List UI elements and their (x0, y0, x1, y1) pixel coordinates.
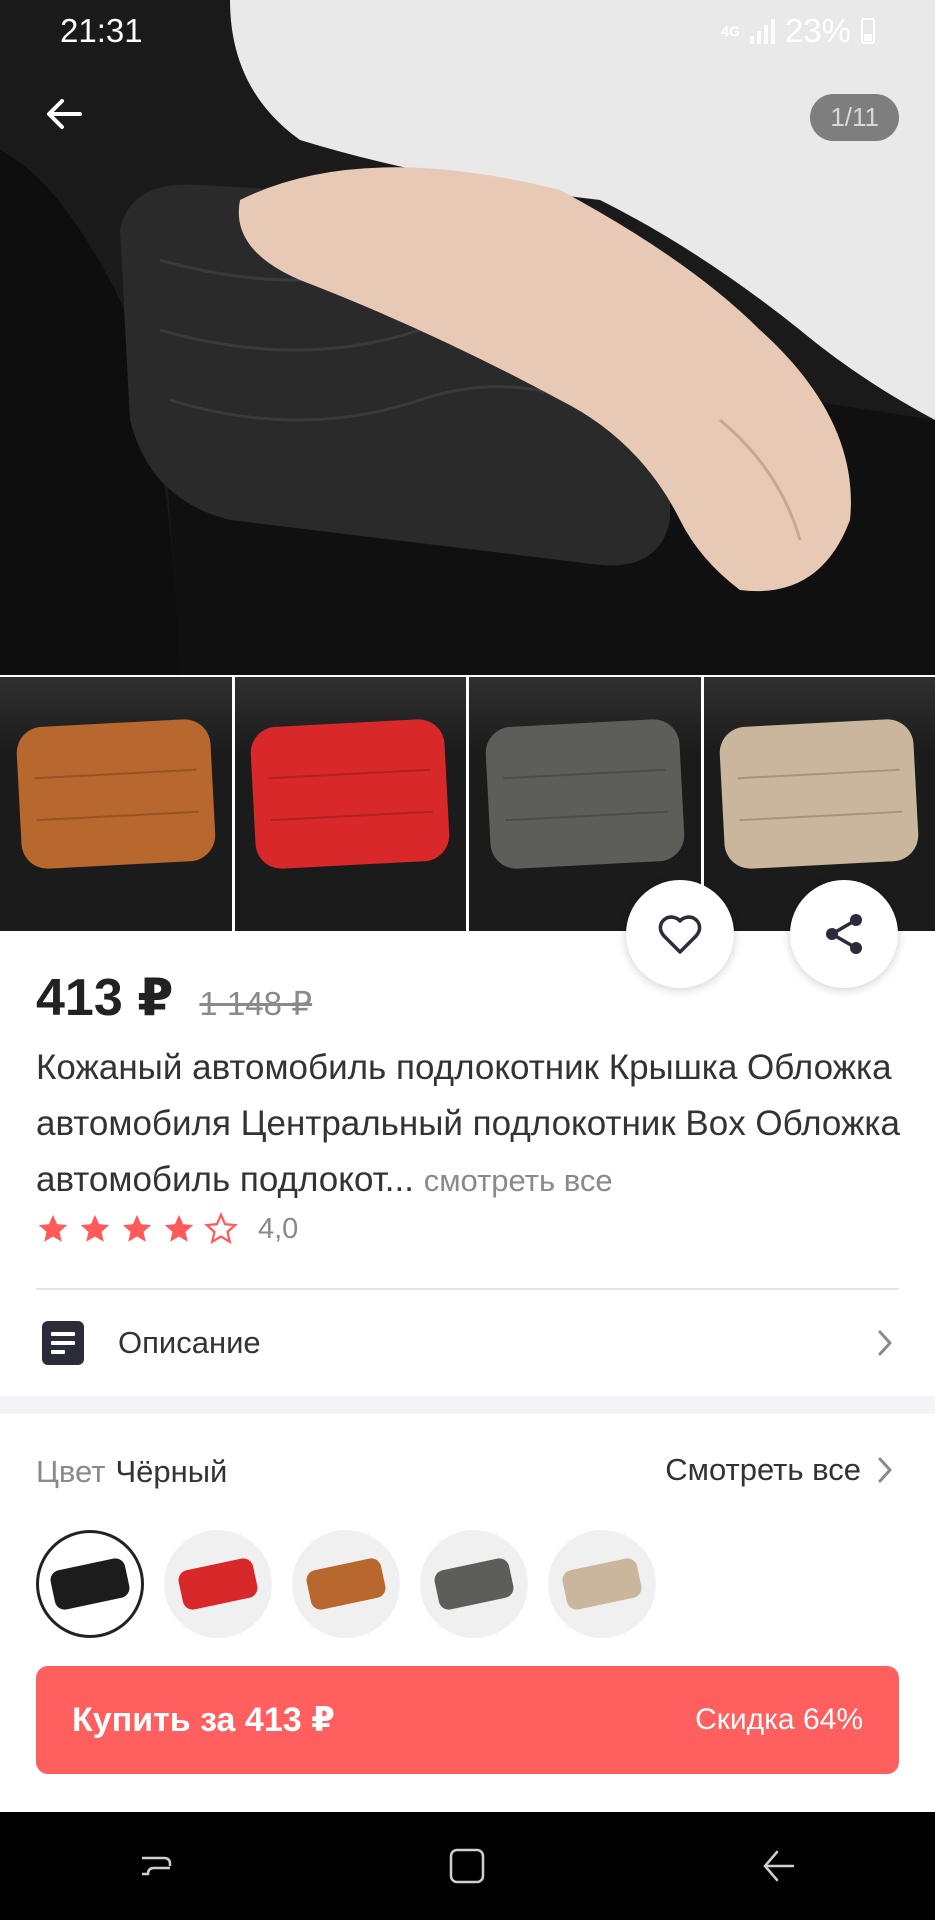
thumbnail-pad (483, 717, 686, 870)
buy-label: Купить за 413 ₽ (72, 1701, 335, 1739)
star-filled-icon (38, 1214, 68, 1242)
share-button[interactable] (790, 880, 898, 988)
see-all-label: Смотреть все (665, 1452, 861, 1487)
price-row: 413 ₽ 1 148 ₽ (36, 968, 312, 1028)
recent-apps-button[interactable] (116, 1836, 196, 1896)
thumbnail-pad (718, 717, 921, 870)
thumbnail-red[interactable] (234, 677, 466, 931)
swatch-image (176, 1556, 260, 1612)
product-title[interactable]: Кожаный автомобиль подлокотник Крышка Об… (36, 1040, 906, 1209)
star-empty-icon (204, 1212, 238, 1245)
share-icon (826, 914, 862, 954)
old-price: 1 148 ₽ (199, 985, 313, 1022)
color-label: Цвет (36, 1454, 106, 1489)
color-swatches (36, 1530, 656, 1638)
status-time: 21:31 (60, 12, 143, 49)
star-filled-icon (122, 1214, 152, 1242)
thumbnail-orange[interactable] (0, 677, 232, 931)
star-filled-icon (80, 1214, 110, 1242)
discount-label: Скидка 64% (695, 1703, 863, 1736)
product-photo (0, 0, 935, 675)
rating[interactable]: 4,0 (36, 1212, 298, 1246)
swatch-image (48, 1556, 132, 1612)
document-icon (42, 1321, 84, 1365)
color-header: Цвет Чёрный (36, 1454, 227, 1490)
swatch-gray[interactable] (420, 1530, 528, 1638)
current-price: 413 ₽ (36, 969, 174, 1027)
description-label: Описание (118, 1325, 261, 1360)
thumbnail-strip (0, 677, 935, 931)
battery-percent: 23% (784, 12, 851, 49)
swatch-image (560, 1556, 644, 1612)
signal-icon (749, 18, 775, 44)
see-all-colors-button[interactable]: Смотреть все (665, 1452, 893, 1488)
see-more-link[interactable]: смотреть все (424, 1163, 613, 1198)
arrow-left-icon (47, 99, 82, 129)
section-separator (0, 1396, 935, 1414)
system-back-button[interactable] (739, 1836, 819, 1896)
chevron-right-icon (878, 1457, 892, 1483)
image-counter: 1/11 (810, 94, 899, 141)
swatch-red[interactable] (164, 1530, 272, 1638)
swatch-beige[interactable] (548, 1530, 656, 1638)
buy-button[interactable]: Купить за 413 ₽ Скидка 64% (36, 1666, 899, 1774)
swatch-image (304, 1556, 388, 1612)
swatch-orange[interactable] (292, 1530, 400, 1638)
star-filled-icon (164, 1214, 194, 1242)
thumbnail-pad (14, 717, 217, 870)
heart-icon (658, 915, 702, 954)
chevron-right-icon (878, 1330, 892, 1356)
recent-apps-icon (141, 1856, 172, 1876)
back-icon (763, 1850, 795, 1882)
description-row[interactable]: Описание (0, 1290, 935, 1396)
battery-icon (861, 18, 875, 44)
product-main-image[interactable] (0, 0, 935, 675)
swatch-image (432, 1556, 516, 1612)
back-button[interactable] (36, 86, 92, 142)
rating-value: 4,0 (258, 1212, 299, 1245)
home-icon (450, 1848, 485, 1884)
system-nav-bar (0, 1812, 935, 1920)
thumbnail-pad (249, 717, 452, 870)
status-bar: 21:31 4G 23% (0, 0, 935, 60)
home-button[interactable] (427, 1836, 507, 1896)
swatch-black[interactable] (36, 1530, 144, 1638)
selected-color: Чёрный (115, 1454, 228, 1489)
favorite-button[interactable] (626, 880, 734, 988)
network-type: 4G (721, 23, 740, 39)
